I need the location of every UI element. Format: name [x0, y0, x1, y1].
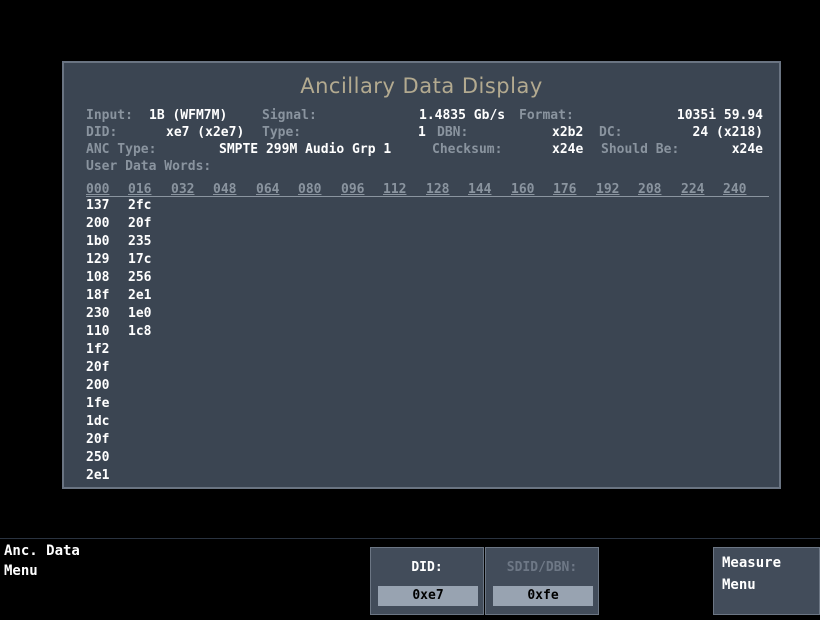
did-value: xe7 (x2e7) [166, 125, 245, 140]
should-be-value: x24e [731, 142, 763, 157]
column-header: 032 [171, 182, 195, 197]
data-word: 129 [86, 252, 110, 267]
column-header: 144 [468, 182, 492, 197]
data-word: 1e0 [128, 306, 152, 321]
ancillary-data-panel: Ancillary Data Display Input: 1B (WFM7M)… [62, 61, 781, 489]
column-header: 064 [256, 182, 280, 197]
data-word: 20f [128, 216, 152, 231]
type-value: 1 [418, 125, 426, 140]
anc-data-menu-title: Anc. Data Menu [4, 541, 80, 581]
type-label: Type: [262, 125, 302, 140]
column-header: 192 [596, 182, 620, 197]
measure-menu-button[interactable]: Measure Menu [713, 547, 820, 615]
data-word: 235 [128, 234, 152, 249]
column-header: 224 [681, 182, 705, 197]
data-word: 1c8 [128, 324, 152, 339]
input-value: 1B (WFM7M) [149, 108, 228, 123]
page-title: Ancillary Data Display [300, 74, 543, 98]
column-header: 016 [128, 182, 152, 197]
checksum-value: x24e [552, 142, 584, 157]
data-word: 250 [86, 450, 110, 465]
sdid-dbn-softkey[interactable]: SDID/DBN: 0xfe [485, 547, 599, 615]
measure-menu-line: Menu [722, 577, 756, 593]
sdid-dbn-softkey-label: SDID/DBN: [506, 560, 578, 575]
dbn-value: x2b2 [552, 125, 584, 140]
column-header: 240 [723, 182, 747, 197]
format-label: Format: [519, 108, 574, 123]
column-header: 048 [213, 182, 237, 197]
dc-value: 24 (x218) [692, 125, 763, 140]
column-header: 208 [638, 182, 662, 197]
data-word: 2e1 [86, 468, 110, 483]
data-word: 1dc [86, 414, 110, 429]
sdid-dbn-softkey-value: 0xfe [493, 586, 593, 606]
column-header-rule [86, 196, 769, 197]
dc-label: DC: [599, 125, 623, 140]
did-softkey-label: DID: [411, 560, 443, 575]
data-word: 1fe [86, 396, 110, 411]
did-softkey-value: 0xe7 [378, 586, 478, 606]
column-header: 112 [383, 182, 407, 197]
data-word: 1f2 [86, 342, 110, 357]
menu-title-line: Menu [4, 563, 38, 579]
signal-label: Signal: [262, 108, 317, 123]
measure-menu-line: Measure [722, 555, 782, 571]
signal-value: 1.4835 Gb/s [419, 108, 506, 123]
data-word: 2fc [128, 198, 152, 213]
data-word: 230 [86, 306, 110, 321]
data-word: 108 [86, 270, 110, 285]
data-word: 20f [86, 432, 110, 447]
data-word: 17c [128, 252, 152, 267]
column-header: 000 [86, 182, 110, 197]
data-word: 18f [86, 288, 110, 303]
data-word: 256 [128, 270, 152, 285]
user-data-words-label: User Data Words: [86, 159, 212, 174]
anc-type-value: SMPTE 299M Audio Grp 1 [219, 142, 392, 157]
data-word: 137 [86, 198, 110, 213]
menu-title-line: Anc. Data [4, 543, 80, 559]
should-be-label: Should Be: [601, 142, 680, 157]
column-header: 096 [341, 182, 365, 197]
input-label: Input: [86, 108, 133, 123]
dbn-label: DBN: [437, 125, 469, 140]
column-header: 080 [298, 182, 322, 197]
data-word: 20f [86, 360, 110, 375]
data-word: 110 [86, 324, 110, 339]
data-word: 200 [86, 378, 110, 393]
anc-type-label: ANC Type: [86, 142, 157, 157]
data-word: 2e1 [128, 288, 152, 303]
column-header: 128 [426, 182, 450, 197]
data-word: 200 [86, 216, 110, 231]
checksum-label: Checksum: [432, 142, 503, 157]
data-word: 1b0 [86, 234, 110, 249]
did-softkey[interactable]: DID: 0xe7 [370, 547, 484, 615]
column-header: 176 [553, 182, 577, 197]
column-header: 160 [511, 182, 535, 197]
menu-divider [0, 538, 820, 539]
format-value: 1035i 59.94 [676, 108, 763, 123]
did-label: DID: [86, 125, 118, 140]
